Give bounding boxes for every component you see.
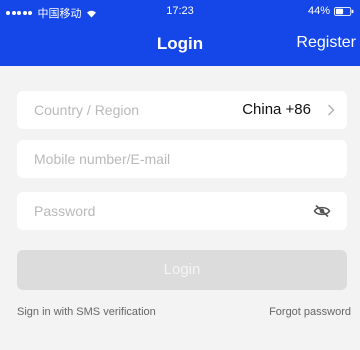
password-row bbox=[17, 192, 347, 230]
eye-off-icon[interactable] bbox=[313, 204, 331, 218]
mobile-email-row bbox=[17, 140, 347, 178]
password-input[interactable] bbox=[34, 192, 294, 230]
nav-bar: Login Register bbox=[0, 22, 360, 66]
battery-icon bbox=[334, 6, 354, 16]
register-button[interactable]: Register bbox=[296, 34, 356, 52]
status-bar: 中国移动 17:23 44% bbox=[0, 0, 360, 22]
country-region-value: China +86 bbox=[242, 101, 311, 118]
battery-percent: 44% bbox=[307, 5, 330, 17]
status-right: 44% bbox=[308, 5, 354, 17]
country-region-label: Country / Region bbox=[34, 102, 140, 118]
sms-verification-link[interactable]: Sign in with SMS verification bbox=[17, 306, 156, 318]
forgot-password-link[interactable]: Forgot password bbox=[269, 306, 351, 318]
chevron-right-icon bbox=[328, 104, 335, 116]
country-region-selector[interactable]: Country / Region China +86 bbox=[17, 91, 347, 129]
mobile-email-input[interactable] bbox=[34, 140, 294, 178]
status-time: 17:23 bbox=[166, 5, 194, 17]
login-button[interactable]: Login bbox=[17, 250, 347, 290]
